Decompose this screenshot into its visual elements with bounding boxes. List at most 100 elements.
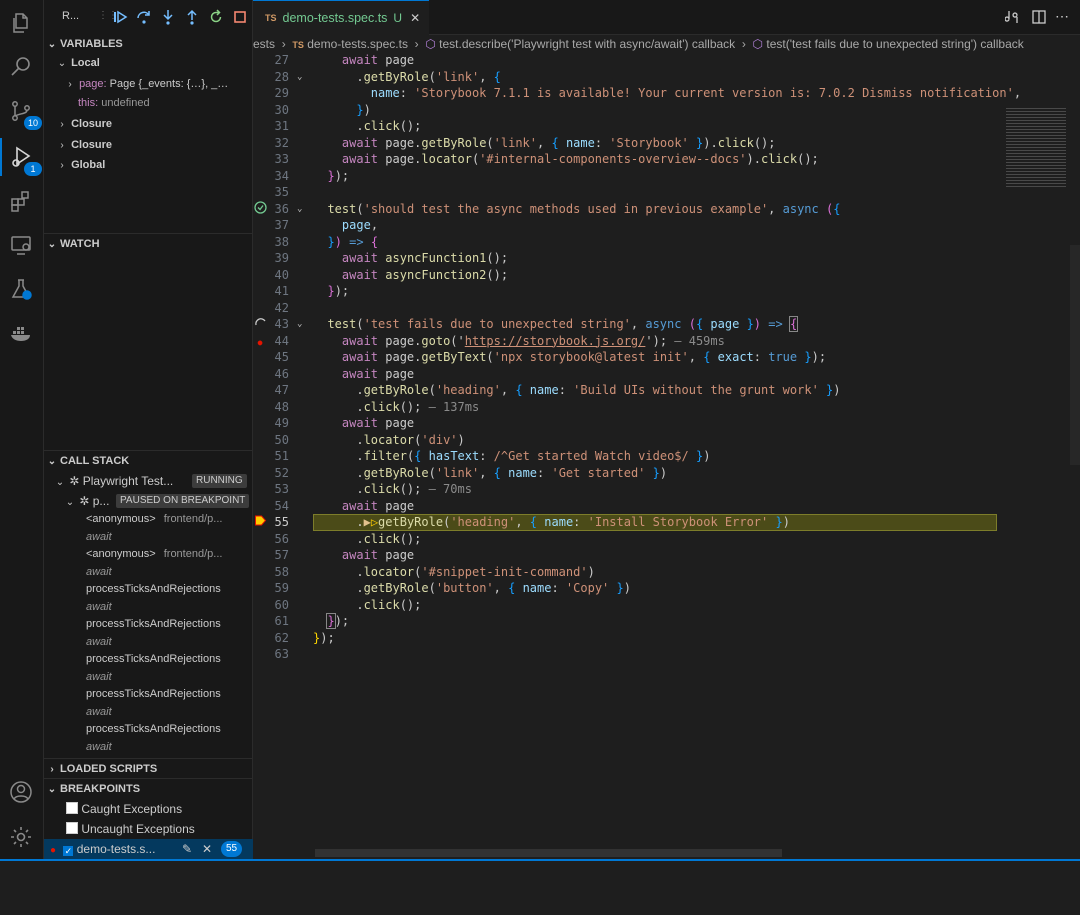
line-number[interactable]: 47	[269, 382, 289, 399]
scope-closure-1[interactable]: › Closure	[44, 114, 264, 134]
line-number[interactable]: 38	[269, 234, 289, 251]
line-number[interactable]: 44	[269, 333, 289, 350]
code-line[interactable]: 35	[253, 184, 1013, 201]
code-line[interactable]: 50 .locator('div')	[253, 432, 1013, 449]
line-number[interactable]: 36	[269, 201, 289, 218]
line-number[interactable]: 55	[269, 514, 289, 531]
code-line[interactable]: 47 .getByRole('heading', { name: 'Build …	[253, 382, 1013, 399]
breadcrumb-folder[interactable]: ests	[253, 37, 275, 51]
code-editor[interactable]: 27 await page 28 ⌄ .getByRole('link', {29 …	[253, 52, 1080, 861]
line-number[interactable]: 37	[269, 217, 289, 234]
code-line[interactable]: 38 }) => {	[253, 234, 1013, 251]
search-icon[interactable]	[6, 52, 36, 82]
line-number[interactable]: 52	[269, 465, 289, 482]
close-icon[interactable]: ✕	[202, 839, 212, 859]
scope-global[interactable]: › Global	[44, 155, 264, 175]
line-number[interactable]: 29	[269, 85, 289, 102]
account-icon[interactable]	[6, 777, 36, 807]
line-number[interactable]: 50	[269, 432, 289, 449]
step-into-icon[interactable]	[160, 9, 176, 25]
url-link[interactable]: https://storybook.js.org/	[465, 334, 646, 348]
line-number[interactable]: 54	[269, 498, 289, 515]
variable-this[interactable]: this: undefined	[44, 93, 286, 113]
call-stack-session[interactable]: ⌄ ✲ p... PAUSED ON BREAKPOINT	[44, 491, 272, 511]
code-line[interactable]: 46 await page	[253, 366, 1013, 383]
code-line[interactable]: 58 .locator('#snippet-init-command')	[253, 564, 1013, 581]
split-editor-icon[interactable]	[1031, 9, 1047, 25]
fold-chevron-icon[interactable]: ⌄	[297, 69, 302, 86]
code-line[interactable]: 44 await page.goto('https://storybook.js…	[253, 333, 1013, 350]
code-line[interactable]: 57 await page	[253, 547, 1013, 564]
code-line[interactable]: 31 .click();	[253, 118, 1013, 135]
line-number[interactable]: 57	[269, 547, 289, 564]
code-line[interactable]: 62});	[253, 630, 1013, 647]
code-line[interactable]: 54 await page	[253, 498, 1013, 515]
source-control-icon[interactable]: 10	[6, 96, 42, 130]
test-running-icon[interactable]	[253, 316, 267, 334]
line-number[interactable]: 43	[269, 316, 289, 333]
code-line[interactable]: 28 ⌄ .getByRole('link', {	[253, 69, 1013, 86]
docker-icon[interactable]	[6, 318, 36, 348]
remote-explorer-icon[interactable]	[6, 230, 36, 260]
step-out-icon[interactable]	[184, 9, 200, 25]
extensions-icon[interactable]	[6, 186, 36, 216]
code-line[interactable]: 60 .click();	[253, 597, 1013, 614]
fold-chevron-icon[interactable]: ⌄	[297, 316, 302, 333]
line-number[interactable]: 42	[269, 300, 289, 317]
line-number[interactable]: 62	[269, 630, 289, 647]
code-line[interactable]: 34 });	[253, 168, 1013, 185]
current-stack-frame-icon[interactable]	[253, 514, 267, 532]
breakpoint-dot-icon[interactable]: ●	[253, 333, 267, 352]
horizontal-scrollbar[interactable]	[315, 849, 782, 857]
test-passed-icon[interactable]	[253, 200, 267, 219]
code-line[interactable]: 33 await page.locator('#internal-compone…	[253, 151, 1013, 168]
code-line[interactable]: 39 await asyncFunction1();	[253, 250, 1013, 267]
code-line[interactable]: 56 .click();	[253, 531, 1013, 548]
step-over-icon[interactable]	[136, 9, 152, 25]
breadcrumb-test[interactable]: test('test fails due to unexpected strin…	[766, 37, 1023, 51]
code-line[interactable]: 27 await page	[253, 52, 1013, 69]
continue-icon[interactable]	[112, 9, 128, 25]
close-tab-icon[interactable]: ✕	[410, 11, 420, 25]
code-line[interactable]: 63	[253, 646, 1013, 663]
line-number[interactable]: 27	[269, 52, 289, 69]
checkbox[interactable]	[66, 802, 78, 814]
line-number[interactable]: 61	[269, 613, 289, 630]
line-number[interactable]: 33	[269, 151, 289, 168]
line-number[interactable]: 53	[269, 481, 289, 498]
open-changes-icon[interactable]	[1005, 9, 1021, 25]
explorer-icon[interactable]	[6, 8, 36, 38]
code-line[interactable]: 43 ⌄ test('test fails due to unexpected s…	[253, 316, 1013, 333]
breakpoints-section-header[interactable]: ⌄ BREAKPOINTS	[44, 779, 252, 799]
variables-section-header[interactable]: ⌄ VARIABLES	[44, 34, 252, 54]
minimap[interactable]	[1002, 108, 1080, 915]
breakpoint-caught-exceptions[interactable]: Caught Exceptions	[44, 799, 274, 819]
line-number[interactable]: 28	[269, 69, 289, 86]
code-line[interactable]: 59 .getByRole('button', { name: 'Copy' }…	[253, 580, 1013, 597]
edit-icon[interactable]: ✎	[182, 839, 192, 859]
code-line[interactable]: 29 name: 'Storybook 7.1.1 is available! …	[253, 85, 1022, 102]
line-number[interactable]: 46	[269, 366, 289, 383]
code-line[interactable]: 52 .getByRole('link', { name: 'Get start…	[253, 465, 1013, 482]
code-line[interactable]: 36 ⌄ test('should test the async methods …	[253, 201, 1013, 218]
code-line[interactable]: 45 await page.getByText('npx storybook@l…	[253, 349, 1013, 366]
tab-demo-tests[interactable]: TS demo-tests.spec.ts U ✕	[253, 0, 429, 35]
breakpoint-file[interactable]: ● ✓ demo-tests.s... ✎ ✕ 55	[44, 839, 258, 859]
code-line[interactable]: 40 await asyncFunction2();	[253, 267, 1013, 284]
run-config-label[interactable]: R...	[62, 10, 79, 22]
breadcrumb-describe[interactable]: test.describe('Playwright test with asyn…	[439, 37, 735, 51]
scope-local[interactable]: ⌄ Local	[44, 53, 264, 73]
line-number[interactable]: 48	[269, 399, 289, 416]
breakpoint-uncaught-exceptions[interactable]: Uncaught Exceptions	[44, 819, 274, 839]
call-stack-thread[interactable]: ⌄ ✲ Playwright Test... RUNNING	[44, 471, 262, 491]
line-number[interactable]: 40	[269, 267, 289, 284]
settings-gear-icon[interactable]	[6, 822, 36, 852]
vertical-scrollbar[interactable]	[1070, 245, 1080, 465]
line-number[interactable]: 32	[269, 135, 289, 152]
loaded-scripts-section-header[interactable]: › LOADED SCRIPTS	[44, 759, 252, 779]
call-stack-section-header[interactable]: ⌄ CALL STACK	[44, 451, 252, 471]
scope-closure-2[interactable]: › Closure	[44, 135, 264, 155]
line-number[interactable]: 45	[269, 349, 289, 366]
testing-icon[interactable]	[6, 274, 36, 304]
line-number[interactable]: 60	[269, 597, 289, 614]
